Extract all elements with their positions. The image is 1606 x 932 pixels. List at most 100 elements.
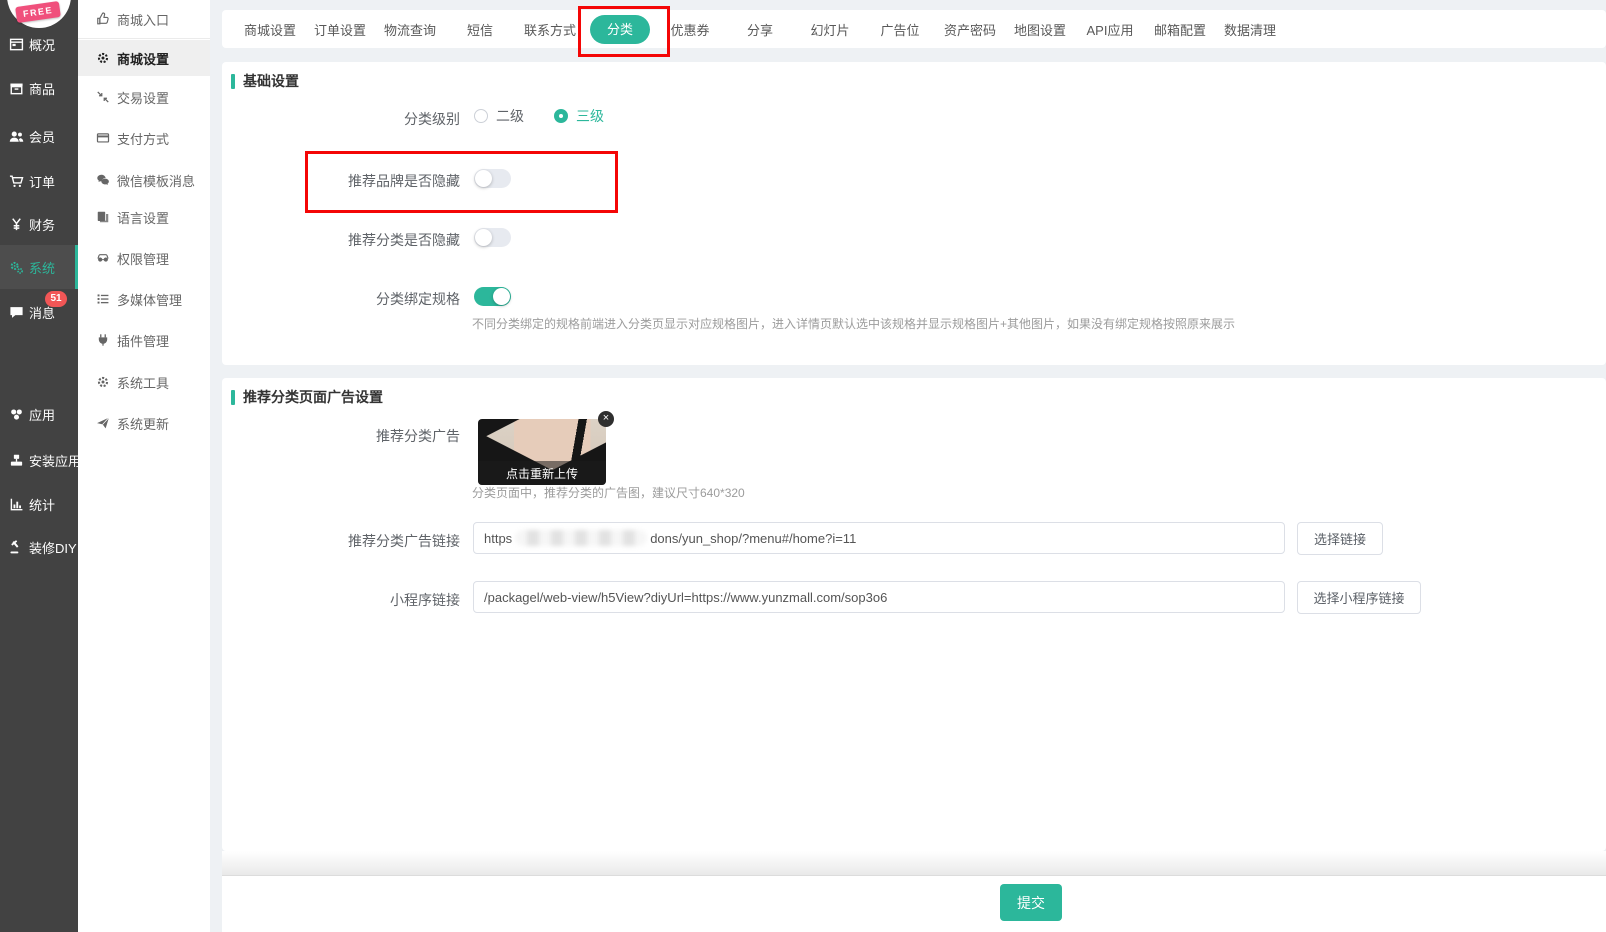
tab-share[interactable]: 分享 [725, 20, 795, 39]
submenu-item-mall-entrance[interactable]: 商城入口 [78, 0, 210, 38]
tab-asset-password[interactable]: 资产密码 [935, 20, 1005, 39]
ad-image-label: 推荐分类广告 [222, 426, 460, 446]
sidebar-item-apps[interactable]: 应用 [0, 392, 78, 436]
tab-coupon[interactable]: 优惠券 [655, 20, 725, 39]
members-icon [9, 129, 24, 144]
redacted-url-segment [515, 530, 647, 546]
sidebar-item-diy[interactable]: 装修DIY [0, 525, 78, 569]
radio-level-3[interactable]: 三级 [554, 106, 604, 126]
language-icon [96, 210, 110, 224]
remove-image-icon[interactable]: × [598, 411, 614, 427]
tab-mailbox[interactable]: 邮箱配置 [1145, 20, 1215, 39]
tab-contact[interactable]: 联系方式 [515, 20, 585, 39]
basic-settings-card: 基础设置 分类级别 二级 三级 推荐品牌是否隐藏 推荐分类是否隐藏 分类绑定规格… [222, 62, 1606, 365]
submenu-item-payment[interactable]: 支付方式 [78, 118, 210, 158]
bind-spec-toggle[interactable] [474, 287, 511, 306]
sidebar-item-finance[interactable]: 财务 [0, 202, 78, 246]
reupload-overlay[interactable]: 点击重新上传 [478, 461, 606, 485]
choose-link-button[interactable]: 选择链接 [1297, 522, 1383, 555]
glasses-icon [96, 251, 110, 265]
submenu-item-media[interactable]: 多媒体管理 [78, 279, 210, 319]
hide-brand-toggle[interactable] [474, 169, 511, 188]
ad-link-input[interactable]: https dons/yun_shop/?menu#/home?i=11 [473, 522, 1285, 554]
tab-mall-settings[interactable]: 商城设置 [235, 20, 305, 39]
miniprogram-link-label: 小程序链接 [222, 590, 460, 610]
tab-category[interactable]: 分类 [585, 15, 655, 44]
radio-circle-unchecked[interactable] [474, 109, 488, 123]
active-tab-pill: 分类 [590, 15, 650, 44]
apps-icon [9, 407, 24, 422]
thumb-icon [96, 12, 110, 26]
goods-icon [9, 81, 24, 96]
main-sidebar: FREE 概况 商品 会员 订单 财务 系统 消息 51 应用 安装应用 统计 [0, 0, 78, 932]
sidebar-item-system[interactable]: 系统 [0, 245, 78, 289]
tab-sms[interactable]: 短信 [445, 20, 515, 39]
settings-submenu: 商城入口 商城设置 交易设置 支付方式 微信模板消息 语言设置 权限管理 多媒体… [78, 0, 210, 932]
paper-plane-icon [96, 416, 110, 430]
stats-icon [9, 497, 24, 512]
submenu-item-system-update[interactable]: 系统更新 [78, 403, 210, 443]
tab-data-cleanup[interactable]: 数据清理 [1215, 20, 1285, 39]
basic-section-header: 基础设置 [231, 71, 299, 91]
submenu-item-wechat-template[interactable]: 微信模板消息 [78, 160, 210, 200]
message-icon [9, 305, 24, 320]
overview-icon [9, 37, 24, 52]
ad-link-label: 推荐分类广告链接 [222, 531, 460, 551]
submit-button[interactable]: 提交 [1000, 884, 1062, 921]
tools-gear-icon [96, 375, 110, 389]
submenu-item-system-tools[interactable]: 系统工具 [78, 362, 210, 402]
radio-circle-checked[interactable] [554, 109, 568, 123]
category-level-label: 分类级别 [222, 109, 460, 129]
sidebar-item-messages[interactable]: 消息 51 [0, 290, 78, 334]
submenu-item-mall-settings[interactable]: 商城设置 [78, 40, 210, 76]
ad-image-help-text: 分类页面中，推荐分类的广告图，建议尺寸640*320 [472, 484, 745, 501]
choose-miniprogram-link-button[interactable]: 选择小程序链接 [1297, 581, 1421, 614]
orders-cart-icon [9, 174, 24, 189]
wechat-icon [96, 173, 110, 187]
sidebar-item-goods[interactable]: 商品 [0, 66, 78, 110]
system-gears-icon [9, 260, 24, 275]
bind-spec-help-text: 不同分类绑定的规格前端进入分类页显示对应规格图片，进入详情页默认选中该规格并显示… [472, 315, 1235, 332]
ad-settings-card: 推荐分类页面广告设置 推荐分类广告 点击重新上传 × 分类页面中，推荐分类的广告… [222, 378, 1606, 851]
trade-arrows-icon [96, 90, 110, 104]
settings-tab-bar: 商城设置 订单设置 物流查询 短信 联系方式 分类 优惠券 分享 幻灯片 广告位… [222, 10, 1606, 48]
submenu-item-plugins[interactable]: 插件管理 [78, 320, 210, 360]
credit-card-icon [96, 131, 110, 145]
tab-api-app[interactable]: API应用 [1075, 20, 1145, 39]
ad-image-uploader[interactable]: 点击重新上传 × [478, 419, 606, 485]
ad-section-header: 推荐分类页面广告设置 [231, 387, 383, 407]
sidebar-item-overview[interactable]: 概况 [0, 22, 78, 66]
content-bottom-shadow [222, 851, 1606, 876]
hide-category-label: 推荐分类是否隐藏 [222, 230, 460, 250]
hide-category-toggle[interactable] [474, 228, 511, 247]
tab-map-settings[interactable]: 地图设置 [1005, 20, 1075, 39]
submenu-item-permissions[interactable]: 权限管理 [78, 238, 210, 278]
miniprogram-link-input[interactable] [473, 581, 1285, 613]
tab-slideshow[interactable]: 幻灯片 [795, 20, 865, 39]
message-count-badge: 51 [45, 291, 67, 307]
section-accent-bar [231, 390, 235, 405]
gear-icon [96, 51, 110, 65]
sidebar-item-members[interactable]: 会员 [0, 114, 78, 158]
footer-bar [222, 876, 1606, 932]
sidebar-item-install-apps[interactable]: 安装应用 [0, 438, 78, 482]
sidebar-item-statistics[interactable]: 统计 [0, 482, 78, 526]
section-title: 推荐分类页面广告设置 [243, 387, 383, 407]
bind-spec-label: 分类绑定规格 [222, 289, 460, 309]
ad-link-value-suffix: dons/yun_shop/?menu#/home?i=11 [650, 531, 856, 546]
tab-ad-slot[interactable]: 广告位 [865, 20, 935, 39]
submenu-item-language[interactable]: 语言设置 [78, 197, 210, 237]
submenu-item-trade-settings[interactable]: 交易设置 [78, 77, 210, 117]
install-app-icon [9, 453, 24, 468]
tab-order-settings[interactable]: 订单设置 [305, 20, 375, 39]
hide-brand-label: 推荐品牌是否隐藏 [222, 171, 460, 191]
sidebar-item-orders[interactable]: 订单 [0, 159, 78, 203]
radio-level-2[interactable]: 二级 [474, 106, 524, 126]
ad-link-value-prefix: https [484, 531, 512, 546]
section-accent-bar [231, 74, 235, 89]
submenu-divider [78, 38, 210, 39]
tab-logistics[interactable]: 物流查询 [375, 20, 445, 39]
category-level-radio-group: 二级 三级 [474, 106, 604, 126]
list-icon [96, 292, 110, 306]
finance-yen-icon [9, 217, 24, 232]
